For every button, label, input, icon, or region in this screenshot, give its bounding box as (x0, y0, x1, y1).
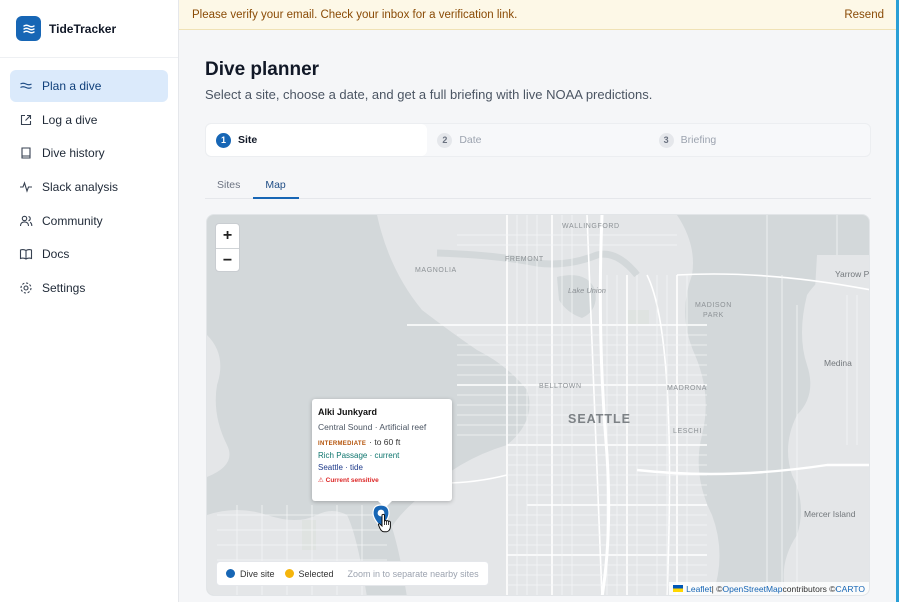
sidebar-item-label: Community (42, 213, 103, 228)
dive-site-dot-icon (226, 569, 235, 578)
page-subtitle: Select a site, choose a date, and get a … (205, 87, 653, 102)
main-content: Dive planner Select a site, choose a dat… (179, 30, 896, 602)
map-label-lake-union: Lake Union (568, 286, 606, 295)
map-label-magnolia: MAGNOLIA (415, 267, 457, 274)
map-label-madrona: MADRONA (667, 385, 707, 392)
stepper: 1 Site 2 Date 3 Briefing (205, 123, 871, 157)
step-date[interactable]: 2 Date (427, 124, 648, 156)
brand[interactable]: TideTracker (0, 0, 178, 58)
gear-icon (19, 281, 33, 295)
tidetracker-logo-icon (16, 16, 41, 41)
page-title: Dive planner (205, 59, 320, 80)
zoom-control: + − (215, 223, 240, 272)
legend-selected: Selected (298, 568, 334, 579)
view-tabs: Sites Map (205, 173, 871, 199)
step-number: 3 (658, 132, 674, 148)
step-label: Date (459, 134, 482, 146)
banner-message: Please verify your email. Check your inb… (192, 8, 518, 21)
map-label-medina: Medina (824, 358, 852, 368)
leaflet-link[interactable]: Leaflet (686, 584, 712, 594)
popup-level: INTERMEDIATE · to 60 ft (318, 437, 446, 447)
popup-current-station[interactable]: Rich Passage · current (318, 451, 446, 460)
users-icon (19, 214, 33, 228)
zoom-in-button[interactable]: + (216, 224, 239, 248)
sidebar-item-settings[interactable]: Settings (10, 272, 168, 304)
waves-icon (19, 79, 33, 93)
step-number: 2 (437, 132, 453, 148)
attribution-separator: | © (711, 583, 723, 594)
app-name: TideTracker (49, 21, 117, 36)
sidebar: TideTracker Plan a dive Log a dive Dive … (0, 0, 179, 602)
open-book-icon (19, 247, 33, 261)
attribution-contributors: contributors © (782, 583, 836, 594)
osm-link[interactable]: OpenStreetMap (722, 584, 782, 594)
hand-cursor-icon (377, 513, 391, 533)
map-label-madison-park: MADISON PARK (695, 302, 732, 319)
popup-depth: · to 60 ft (369, 437, 401, 447)
sidebar-item-plan-a-dive[interactable]: Plan a dive (10, 70, 168, 102)
site-popup: Alki Junkyard Central Sound · Artificial… (312, 399, 452, 501)
map-label-mercer-island: Mercer Island (804, 509, 856, 519)
tab-sites[interactable]: Sites (205, 173, 253, 199)
step-site[interactable]: 1 Site (206, 124, 428, 156)
external-link-icon (19, 113, 33, 127)
legend-dive-site: Dive site (240, 568, 275, 579)
sidebar-item-slack-analysis[interactable]: Slack analysis (10, 171, 168, 203)
tab-map[interactable]: Map (253, 173, 299, 199)
map-attribution: Leaflet | © OpenStreetMap contributors ©… (669, 582, 869, 595)
legend-hint: Zoom in to separate nearby sites (347, 568, 479, 579)
popup-warning: ⚠ Current sensitive (318, 477, 379, 484)
map-label-leschi: LESCHI (673, 428, 702, 435)
sidebar-item-label: Plan a dive (42, 79, 102, 93)
map-legend: Dive site Selected Zoom in to separate n… (216, 561, 489, 586)
map-label-yarrow-point: Yarrow Pc (835, 269, 870, 279)
activity-icon (19, 180, 33, 194)
step-briefing[interactable]: 3 Briefing (649, 124, 870, 156)
sidebar-item-dive-history[interactable]: Dive history (10, 137, 168, 169)
sidebar-item-label: Settings (42, 281, 86, 296)
verify-email-banner: Please verify your email. Check your inb… (179, 0, 896, 30)
level-badge: INTERMEDIATE (318, 441, 367, 447)
sidebar-item-label: Slack analysis (42, 180, 119, 195)
step-number: 1 (216, 132, 231, 148)
map-label-belltown: BELLTOWN (539, 383, 582, 390)
sidebar-item-label: Log a dive (42, 112, 98, 127)
map-tiles (207, 215, 869, 595)
popup-tide-station[interactable]: Seattle · tide (318, 463, 446, 472)
sidebar-item-docs[interactable]: Docs (10, 238, 168, 270)
dive-site-map[interactable]: WALLINGFORD FREMONT MAGNOLIA Lake Union … (206, 214, 870, 596)
sidebar-item-label: Dive history (42, 146, 105, 161)
popup-subtitle: Central Sound · Artificial reef (318, 422, 427, 432)
map-label-fremont: FREMONT (505, 256, 544, 263)
step-label: Briefing (680, 134, 717, 146)
sidebar-item-community[interactable]: Community (10, 205, 168, 237)
sidebar-item-log-a-dive[interactable]: Log a dive (10, 104, 168, 136)
carto-link[interactable]: CARTO (836, 584, 865, 594)
ukraine-flag-icon (673, 585, 684, 592)
sidebar-nav: Plan a dive Log a dive Dive history Slac… (0, 58, 178, 318)
sidebar-item-label: Docs (42, 247, 70, 262)
book-icon (19, 146, 33, 160)
map-label-wallingford: WALLINGFORD (562, 223, 620, 230)
step-label: Site (238, 134, 258, 146)
selected-dot-icon (284, 569, 294, 578)
popup-title: Alki Junkyard (318, 407, 378, 417)
map-label-seattle: SEATTLE (568, 412, 632, 426)
zoom-out-button[interactable]: − (216, 248, 239, 272)
resend-link[interactable]: Resend (844, 9, 884, 21)
